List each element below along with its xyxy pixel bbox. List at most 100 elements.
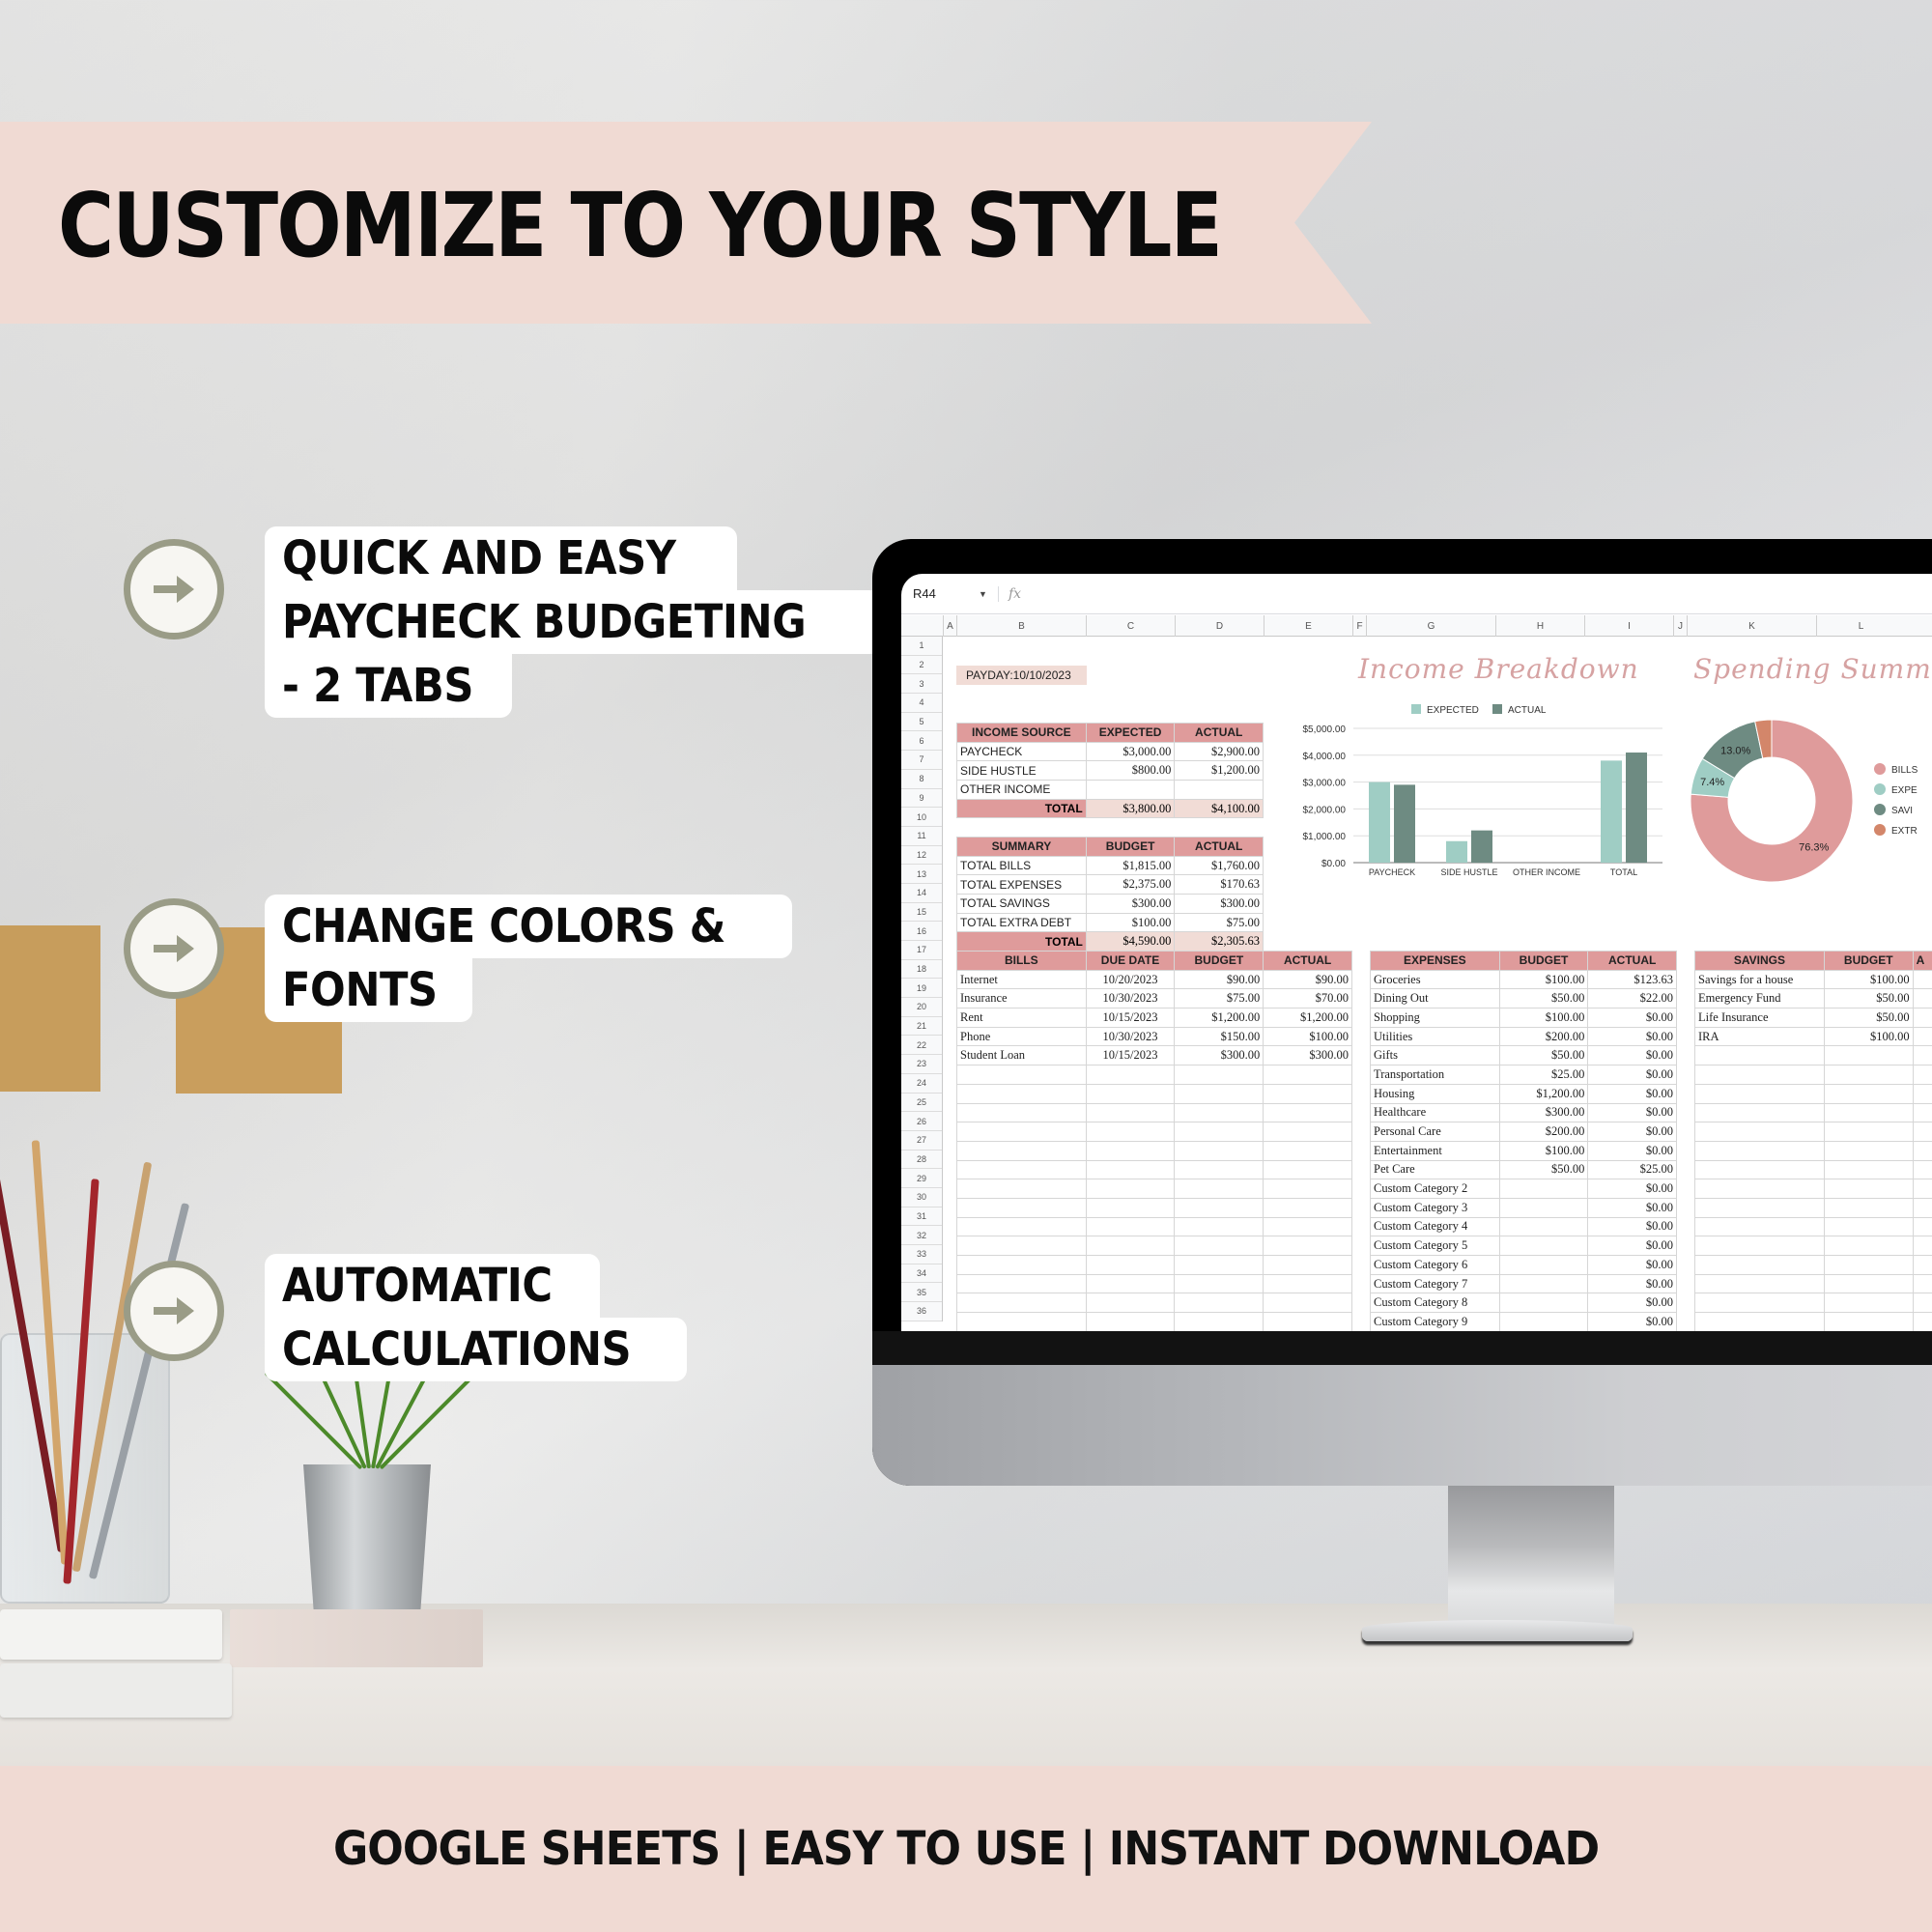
row-header[interactable]: 25 xyxy=(901,1094,942,1113)
cell[interactable] xyxy=(1263,1216,1352,1237)
cell[interactable]: $123.63 xyxy=(1587,969,1677,990)
row-header[interactable]: 15 xyxy=(901,903,942,923)
cell[interactable] xyxy=(1085,1197,1176,1218)
cell[interactable]: $0.00 xyxy=(1587,1122,1677,1142)
header-cell[interactable]: SAVINGS xyxy=(1694,951,1825,971)
row-header[interactable]: 34 xyxy=(901,1264,942,1284)
header-cell[interactable]: ACTUAL xyxy=(1263,951,1352,971)
cell[interactable] xyxy=(1823,1273,1914,1294)
cell[interactable]: $2,900.00 xyxy=(1174,741,1264,762)
cell[interactable] xyxy=(1498,1179,1589,1199)
cell[interactable] xyxy=(1694,1065,1825,1085)
cell[interactable] xyxy=(1263,1197,1352,1218)
cell[interactable] xyxy=(956,1083,1087,1104)
cell[interactable]: Dining Out xyxy=(1370,988,1500,1009)
row-header[interactable]: 5 xyxy=(901,713,942,732)
cell[interactable] xyxy=(1823,1102,1914,1123)
cell[interactable] xyxy=(1085,1236,1176,1256)
cell[interactable] xyxy=(1694,1045,1825,1066)
cell[interactable]: $0.00 xyxy=(1587,1293,1677,1314)
cell[interactable]: $100.00 xyxy=(1823,969,1914,990)
cell[interactable] xyxy=(956,1273,1087,1294)
row-header[interactable]: 11 xyxy=(901,827,942,846)
cell[interactable] xyxy=(1174,1179,1264,1199)
row-header[interactable]: 26 xyxy=(901,1112,942,1131)
cell[interactable] xyxy=(956,1122,1087,1142)
cell[interactable] xyxy=(1498,1236,1589,1256)
cell[interactable]: Rent xyxy=(956,1008,1087,1028)
cell[interactable] xyxy=(1085,1273,1176,1294)
cell[interactable]: $300.00 xyxy=(1498,1102,1589,1123)
cell[interactable] xyxy=(1823,1216,1914,1237)
cell[interactable]: $50.00 xyxy=(1498,988,1589,1009)
cell[interactable]: $3,800.00 xyxy=(1085,798,1176,819)
cell[interactable]: $0.00 xyxy=(1587,1008,1677,1028)
cell[interactable]: $2,375.00 xyxy=(1085,874,1176,895)
cell[interactable] xyxy=(1174,1293,1264,1314)
cell[interactable]: TOTAL BILLS xyxy=(956,855,1087,876)
header-cell[interactable]: ACTUAL xyxy=(1174,723,1264,743)
cell[interactable] xyxy=(956,1140,1087,1161)
cell[interactable] xyxy=(1694,1216,1825,1237)
spending-summary-chart[interactable]: 76.3% BILLS 7.4% EXPE 13.0% SAVI EXTR xyxy=(1687,695,1932,888)
cell[interactable] xyxy=(1823,1179,1914,1199)
row-header[interactable]: 3 xyxy=(901,674,942,695)
row-header[interactable]: 27 xyxy=(901,1131,942,1151)
cell[interactable]: $90.00 xyxy=(1174,969,1264,990)
header-cell[interactable]: ACTUAL xyxy=(1587,951,1677,971)
cell[interactable]: $1,200.00 xyxy=(1498,1083,1589,1104)
header-cell[interactable]: BUDGET xyxy=(1085,837,1176,857)
row-header[interactable]: 33 xyxy=(901,1245,942,1264)
column-header[interactable]: J xyxy=(1673,615,1687,637)
cell[interactable] xyxy=(1085,1083,1176,1104)
cell[interactable]: 10/15/2023 xyxy=(1085,1045,1176,1066)
cell[interactable]: $1,760.00 xyxy=(1174,855,1264,876)
cell[interactable]: $90.00 xyxy=(1263,969,1352,990)
cell[interactable]: Custom Category 2 xyxy=(1370,1179,1500,1199)
row-header[interactable]: 28 xyxy=(901,1151,942,1170)
cell[interactable]: TOTAL xyxy=(956,798,1087,819)
cell[interactable] xyxy=(1912,1140,1932,1161)
cell[interactable] xyxy=(1263,1255,1352,1275)
cell[interactable]: Shopping xyxy=(1370,1008,1500,1028)
cell[interactable]: $1,200.00 xyxy=(1174,1008,1264,1028)
column-header[interactable]: F xyxy=(1352,615,1366,637)
cell[interactable] xyxy=(1263,1065,1352,1085)
cell[interactable] xyxy=(1694,1083,1825,1104)
row-header[interactable]: 22 xyxy=(901,1036,942,1056)
header-cell[interactable]: EXPECTED xyxy=(1085,723,1176,743)
header-cell[interactable]: BUDGET xyxy=(1823,951,1914,971)
cell[interactable] xyxy=(1263,1159,1352,1180)
cell[interactable] xyxy=(1263,1140,1352,1161)
cell[interactable] xyxy=(1912,969,1932,990)
cell[interactable]: $100.00 xyxy=(1823,1026,1914,1047)
cell[interactable] xyxy=(1823,1159,1914,1180)
row-header[interactable]: 19 xyxy=(901,979,942,999)
cell[interactable]: $0.00 xyxy=(1587,1045,1677,1066)
header-cell[interactable]: SUMMARY xyxy=(956,837,1087,857)
cell[interactable] xyxy=(956,1236,1087,1256)
cell[interactable]: Emergency Fund xyxy=(1694,988,1825,1009)
cell[interactable]: Housing xyxy=(1370,1083,1500,1104)
header-cell[interactable]: BILLS xyxy=(956,951,1087,971)
row-header[interactable]: 16 xyxy=(901,922,942,941)
row-header[interactable]: 2 xyxy=(901,656,942,675)
column-header[interactable]: B xyxy=(956,615,1086,637)
cell[interactable] xyxy=(1085,1102,1176,1123)
row-header[interactable]: 6 xyxy=(901,731,942,752)
cell[interactable] xyxy=(1174,1197,1264,1218)
cell[interactable]: 10/30/2023 xyxy=(1085,1026,1176,1047)
cell[interactable]: $300.00 xyxy=(1085,894,1176,914)
cell[interactable]: $75.00 xyxy=(1174,988,1264,1009)
cell[interactable] xyxy=(1085,1293,1176,1314)
cell[interactable] xyxy=(1174,1255,1264,1275)
cell[interactable]: Personal Care xyxy=(1370,1122,1500,1142)
cell[interactable] xyxy=(1085,1255,1176,1275)
cell[interactable] xyxy=(1085,1312,1176,1331)
cell[interactable] xyxy=(1263,1293,1352,1314)
cell[interactable] xyxy=(1823,1293,1914,1314)
cell[interactable]: Savings for a house xyxy=(1694,969,1825,990)
cell[interactable]: TOTAL SAVINGS xyxy=(956,894,1087,914)
cell[interactable] xyxy=(956,1312,1087,1331)
cell[interactable]: Custom Category 7 xyxy=(1370,1273,1500,1294)
